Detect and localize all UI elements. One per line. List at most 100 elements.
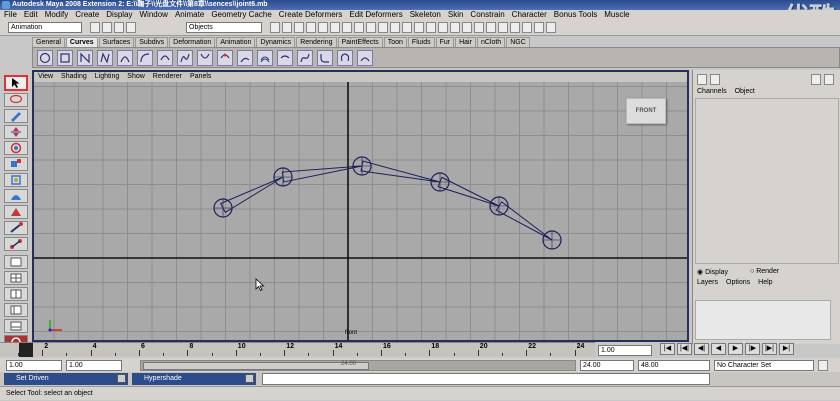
view-cube-front[interactable]: FRONT — [626, 98, 666, 124]
rebuild-curve-icon[interactable] — [297, 50, 313, 66]
front-viewport[interactable]: View Shading Lighting Show Renderer Panels FR… — [32, 70, 689, 342]
shelf-tab-surfaces[interactable]: Surfaces — [98, 37, 135, 47]
hypershade-window[interactable]: Hypershade — [132, 373, 256, 385]
ep-curve-icon[interactable] — [97, 50, 113, 66]
lock-icon[interactable] — [390, 22, 400, 33]
shelf-tab-fluids[interactable]: Fluids — [407, 37, 435, 47]
single-pane-layout-icon[interactable] — [4, 255, 28, 269]
menu-item-10[interactable]: Skeleton — [410, 10, 441, 20]
ipr-icon[interactable] — [342, 22, 352, 33]
graph-layout-icon[interactable] — [4, 319, 28, 333]
shelf-tab-hair[interactable]: Hair — [455, 37, 476, 47]
playback-start-field[interactable]: 1.00 — [66, 360, 122, 371]
misc-icon[interactable] — [498, 22, 508, 33]
shelf-tab-general[interactable]: General — [32, 37, 65, 47]
face-icon[interactable] — [450, 22, 460, 33]
menu-item-0[interactable]: File — [4, 10, 17, 20]
new-scene-icon[interactable] — [90, 22, 100, 33]
playback-button-4[interactable]: ▶ — [728, 343, 743, 355]
open-close-curve-icon[interactable] — [337, 50, 353, 66]
render-icon[interactable] — [330, 22, 340, 33]
mode-icon[interactable] — [126, 22, 136, 33]
render-globals-icon[interactable] — [354, 22, 364, 33]
menu-item-12[interactable]: Constrain — [470, 10, 504, 20]
render-radio[interactable]: ○ Render — [750, 268, 779, 276]
auto-key-icon[interactable] — [818, 360, 828, 371]
menu-item-5[interactable]: Window — [140, 10, 168, 20]
arc-three-point-icon[interactable] — [157, 50, 173, 66]
scale-tool-icon[interactable] — [4, 157, 28, 171]
four-pane-layout-icon[interactable] — [4, 271, 28, 285]
rotate-tool-icon[interactable] — [4, 141, 28, 155]
start-time-field[interactable]: 1.00 — [6, 360, 62, 371]
help-menu[interactable]: Help — [758, 279, 772, 286]
channel-box-toggle-icon[interactable] — [697, 74, 707, 85]
bone-segment[interactable] — [281, 165, 363, 183]
reverse-curve-icon[interactable] — [277, 50, 293, 66]
hypershade-close-icon[interactable] — [245, 374, 254, 383]
layer-list[interactable] — [695, 300, 831, 340]
universal-manipulator-icon[interactable] — [4, 173, 28, 187]
viewport-menu-lighting[interactable]: Lighting — [95, 72, 120, 82]
attach-curve-icon[interactable] — [177, 50, 193, 66]
character-set-field[interactable]: No Character Set — [714, 360, 814, 371]
shelf-tab-fur[interactable]: Fur — [435, 37, 455, 47]
range-slider-thumb[interactable] — [143, 362, 369, 370]
set-driven-window[interactable]: Set Driven — [4, 373, 128, 385]
viewport-menu-show[interactable]: Show — [127, 72, 145, 82]
show-manipulator-icon[interactable] — [4, 205, 28, 219]
attr-icon[interactable] — [522, 22, 532, 33]
bone-segment[interactable] — [220, 176, 284, 214]
menu-set-select[interactable]: Animation — [8, 22, 82, 33]
shelf-tab-dynamics[interactable]: Dynamics — [256, 37, 296, 47]
shelf-tab-animation[interactable]: Animation — [216, 37, 256, 47]
playback-button-6[interactable]: |▶| — [762, 343, 777, 355]
pivot-icon[interactable] — [474, 22, 484, 33]
bone-segment[interactable] — [437, 176, 500, 207]
insert-knot-icon[interactable] — [217, 50, 233, 66]
snap-curve-icon[interactable] — [282, 22, 292, 33]
selection-mask-select[interactable]: Objects — [186, 22, 262, 33]
pencil-curve-icon[interactable] — [117, 50, 133, 66]
shelf-tab-curves[interactable]: Curves — [65, 37, 98, 47]
set-driven-close-icon[interactable] — [117, 374, 126, 383]
playback-button-0[interactable]: |◀ — [660, 343, 675, 355]
menu-item-1[interactable]: Edit — [24, 10, 38, 20]
tool-settings-icon[interactable] — [824, 74, 834, 85]
viewport-menu-view[interactable]: View — [38, 72, 53, 82]
time-slider[interactable]: 2 4 6 8 10 12 14 16 18 20 22 24 — [0, 342, 595, 357]
viewport-menu-shading[interactable]: Shading — [61, 72, 87, 82]
menu-item-9[interactable]: Edit Deformers — [349, 10, 402, 20]
snap-point-icon[interactable] — [294, 22, 304, 33]
menu-item-6[interactable]: Animate — [175, 10, 204, 20]
menu-item-4[interactable]: Display — [106, 10, 132, 20]
viewport-menu-renderer[interactable]: Renderer — [153, 72, 182, 82]
shelf-tab-ngc[interactable]: NGC — [506, 37, 530, 47]
offset-curve-icon[interactable] — [257, 50, 273, 66]
shelf-tab-rendering[interactable]: Rendering — [296, 37, 337, 47]
shelf-tab-subdivs[interactable]: Subdivs — [135, 37, 169, 47]
uv-icon[interactable] — [462, 22, 472, 33]
menu-item-14[interactable]: Bonus Tools — [554, 10, 597, 20]
snap-plane-icon[interactable] — [306, 22, 316, 33]
select-tool-icon[interactable] — [4, 75, 28, 91]
command-line-input[interactable] — [262, 373, 710, 385]
handle-icon[interactable] — [486, 22, 496, 33]
menu-item-15[interactable]: Muscle — [604, 10, 629, 20]
shelf-tab-ncloth[interactable]: nCloth — [476, 37, 506, 47]
square-curve-icon[interactable] — [57, 50, 73, 66]
paint-select-tool-icon[interactable] — [4, 109, 28, 123]
joint-tool-icon[interactable] — [4, 237, 28, 251]
last-tool-icon[interactable] — [4, 221, 28, 235]
options-menu[interactable]: Options — [726, 279, 750, 286]
open-scene-icon[interactable] — [102, 22, 112, 33]
curve-tool-icon[interactable] — [357, 50, 373, 66]
playback-button-1[interactable]: |◀| — [677, 343, 692, 355]
playback-button-5[interactable]: |▶ — [745, 343, 760, 355]
fillet-curve-icon[interactable] — [317, 50, 333, 66]
range-slider[interactable]: 24.00 — [140, 360, 576, 371]
extend-curve-icon[interactable] — [237, 50, 253, 66]
circle-curve-icon[interactable] — [37, 50, 53, 66]
menu-item-7[interactable]: Geometry Cache — [211, 10, 271, 20]
attribute-editor-icon[interactable] — [811, 74, 821, 85]
